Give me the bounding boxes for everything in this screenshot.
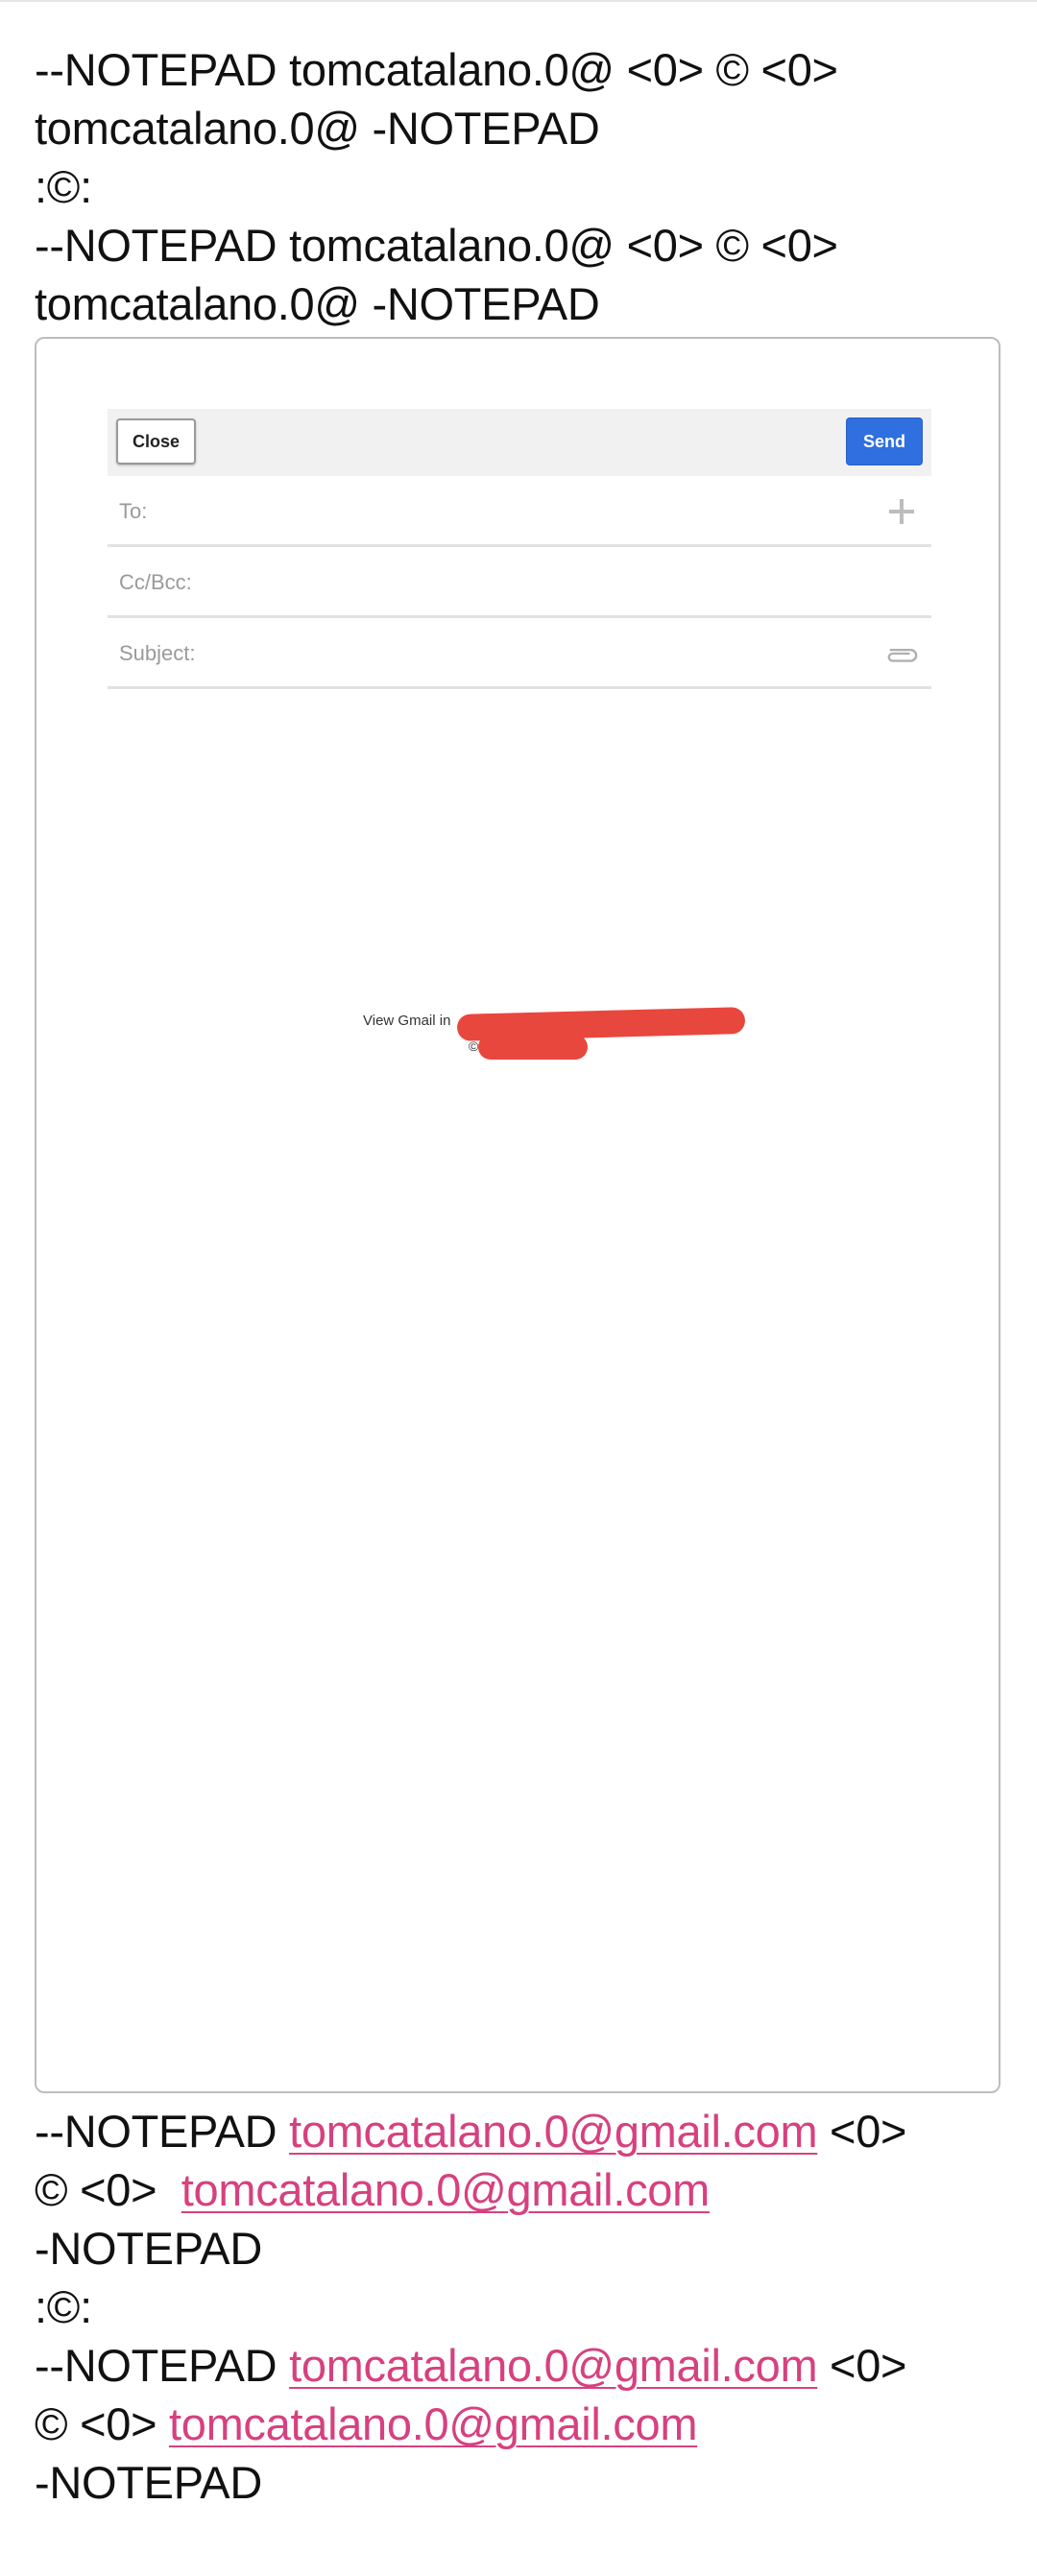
text-line: --NOTEPAD tomcatalano.0@ <0> © <0> — [35, 220, 838, 271]
text-line: © <0> tomcatalano.0@gmail.com — [35, 2395, 1014, 2453]
text-line: © <0> tomcatalano.0@gmail.com — [35, 2160, 1014, 2219]
text-segment: <0> — [817, 2106, 907, 2157]
text-line: -NOTEPAD — [35, 2223, 262, 2274]
top-divider — [0, 0, 1037, 2]
text-line: tomcatalano.0@ -NOTEPAD — [35, 103, 600, 154]
text-segment: --NOTEPAD — [35, 2106, 290, 2157]
ccbcc-label: Cc/Bcc: — [119, 570, 192, 594]
text-line: --NOTEPAD tomcatalano.0@ <0> © <0> — [35, 44, 838, 95]
close-button[interactable]: Close — [116, 418, 196, 465]
bottom-text-block: --NOTEPAD tomcatalano.0@gmail.com <0> © … — [35, 2102, 1014, 2512]
text-segment: <0> — [817, 2340, 907, 2391]
top-text-block: --NOTEPAD tomcatalano.0@ <0> © <0> tomca… — [35, 40, 1014, 333]
to-label: To: — [119, 499, 148, 523]
email-link[interactable]: tomcatalano.0@gmail.com — [289, 2106, 818, 2157]
text-segment: --NOTEPAD — [35, 2340, 290, 2391]
email-link[interactable]: tomcatalano.0@gmail.com — [289, 2340, 818, 2391]
subject-label: Subject: — [119, 641, 196, 665]
text-line: --NOTEPAD tomcatalano.0@gmail.com <0> — [35, 2102, 1014, 2160]
embedded-compose-frame: Close Send To: Cc/Bcc: Subject: View Gma… — [35, 337, 1001, 2093]
text-segment: © <0> — [35, 2398, 169, 2449]
text-line: :©: — [35, 161, 92, 212]
compose-toolbar: Close Send — [108, 409, 931, 476]
gmail-compose-form: Close Send To: Cc/Bcc: Subject: — [108, 409, 931, 689]
send-button[interactable]: Send — [846, 417, 923, 465]
ccbcc-field[interactable]: Cc/Bcc: — [108, 547, 931, 618]
text-segment: © <0> — [35, 2164, 181, 2215]
text-line: -NOTEPAD — [35, 2457, 262, 2508]
email-link[interactable]: tomcatalano.0@gmail.com — [169, 2398, 698, 2449]
text-line: :©: — [35, 2281, 92, 2332]
text-line: tomcatalano.0@ -NOTEPAD — [35, 278, 600, 329]
subject-field[interactable]: Subject: — [108, 618, 931, 689]
to-field[interactable]: To: — [108, 476, 931, 547]
redaction-mark — [478, 1035, 588, 1060]
email-link[interactable]: tomcatalano.0@gmail.com — [181, 2164, 711, 2215]
plus-icon[interactable] — [885, 495, 918, 528]
text-line: --NOTEPAD tomcatalano.0@gmail.com <0> — [35, 2336, 1014, 2395]
paperclip-icon[interactable] — [885, 637, 918, 670]
